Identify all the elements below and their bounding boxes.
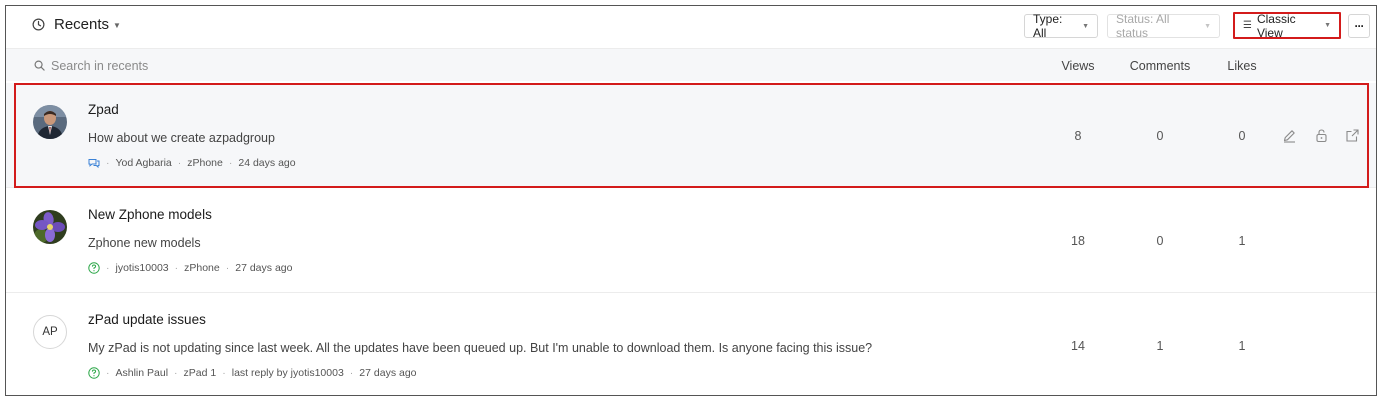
separator: ·	[106, 157, 110, 169]
separator: ·	[222, 367, 226, 379]
separator: ·	[228, 157, 233, 169]
post-snippet: My zPad is not updating since last week.…	[88, 341, 873, 355]
discussion-icon	[88, 159, 100, 169]
lock-icon[interactable]	[1314, 128, 1329, 143]
chevron-down-icon: ▼	[1082, 22, 1089, 30]
post-meta: · Yod Agbaria · zPhone · 24 days ago	[88, 157, 296, 169]
post-forum[interactable]: zPhone	[184, 262, 220, 274]
post-author[interactable]: jyotis10003	[116, 262, 169, 274]
more-icon: ···	[1354, 19, 1365, 33]
post-snippet: Zphone new models	[88, 236, 201, 250]
question-icon	[88, 367, 100, 379]
avatar	[33, 105, 67, 139]
post-meta: · Ashlin Paul · zPad 1 · last reply by j…	[88, 367, 417, 379]
views-count: 18	[1071, 234, 1085, 248]
clock-icon	[32, 18, 45, 31]
post-snippet: How about we create azpadgroup	[88, 131, 275, 145]
post-title[interactable]: zPad update issues	[88, 312, 206, 327]
page-title: Recents	[54, 16, 110, 33]
status-filter-button[interactable]: Status: All status ▼	[1107, 12, 1220, 40]
post-title[interactable]: Zpad	[88, 102, 119, 117]
search-input[interactable]	[51, 56, 451, 75]
list-subheader: Views Comments Likes	[6, 48, 1376, 81]
post-time: 27 days ago	[359, 367, 417, 379]
recents-panel: Recents ▼ Type: All ▼ Status: All status…	[5, 5, 1377, 396]
comments-count: 0	[1156, 234, 1164, 248]
column-header-likes[interactable]: Likes	[1212, 59, 1272, 73]
edit-icon[interactable]	[1282, 128, 1297, 143]
avatar	[33, 210, 67, 244]
post-last-reply: last reply by jyotis10003	[231, 367, 344, 379]
avatar: AP	[33, 315, 67, 349]
classic-view-label: Classic View	[1256, 11, 1296, 40]
header: Recents ▼ Type: All ▼ Status: All status…	[6, 6, 1376, 48]
separator: ·	[106, 367, 110, 379]
comments-count: 1	[1156, 339, 1164, 353]
chevron-down-icon: ▼	[1324, 22, 1331, 29]
separator: ·	[225, 262, 230, 274]
column-header-views[interactable]: Views	[1048, 59, 1108, 73]
post-title[interactable]: New Zphone models	[88, 207, 212, 222]
recents-title-dropdown[interactable]: Recents ▼	[32, 16, 121, 33]
post-time: 24 days ago	[238, 157, 296, 169]
type-filter-button[interactable]: Type: All ▼	[1024, 12, 1098, 40]
post-author[interactable]: Ashlin Paul	[116, 367, 169, 379]
post-forum[interactable]: zPhone	[187, 157, 223, 169]
likes-count: 1	[1238, 234, 1246, 248]
separator: ·	[177, 157, 182, 169]
status-filter-label: Status: All status	[1116, 12, 1170, 40]
comments-count: 0	[1156, 129, 1164, 143]
chevron-down-icon: ▼	[1204, 22, 1211, 30]
likes-count: 0	[1238, 129, 1246, 143]
chevron-down-icon: ▼	[113, 21, 121, 30]
likes-count: 1	[1238, 339, 1246, 353]
list-item[interactable]: AP zPad update issues My zPad is not upd…	[6, 293, 1376, 395]
separator: ·	[174, 367, 178, 379]
post-forum[interactable]: zPad 1	[184, 367, 217, 379]
list-icon: ☰	[1243, 20, 1252, 31]
views-count: 8	[1074, 129, 1082, 143]
more-options-button[interactable]: ···	[1348, 14, 1370, 38]
column-header-comments[interactable]: Comments	[1120, 59, 1200, 73]
type-filter-label: Type: All	[1033, 12, 1063, 40]
separator: ·	[106, 262, 110, 274]
search-icon	[34, 60, 45, 71]
post-author[interactable]: Yod Agbaria	[116, 157, 172, 169]
question-icon	[88, 262, 100, 274]
separator: ·	[349, 367, 354, 379]
classic-view-button[interactable]: ☰ Classic View ▼	[1233, 11, 1341, 40]
separator: ·	[174, 262, 179, 274]
views-count: 14	[1071, 339, 1085, 353]
list-item[interactable]: Zpad How about we create azpadgroup · Yo…	[6, 83, 1376, 188]
post-time: 27 days ago	[235, 262, 293, 274]
post-meta: · jyotis10003 · zPhone · 27 days ago	[88, 262, 292, 274]
open-external-icon[interactable]	[1345, 128, 1360, 143]
list-item[interactable]: New Zphone models Zphone new models · jy…	[6, 188, 1376, 293]
